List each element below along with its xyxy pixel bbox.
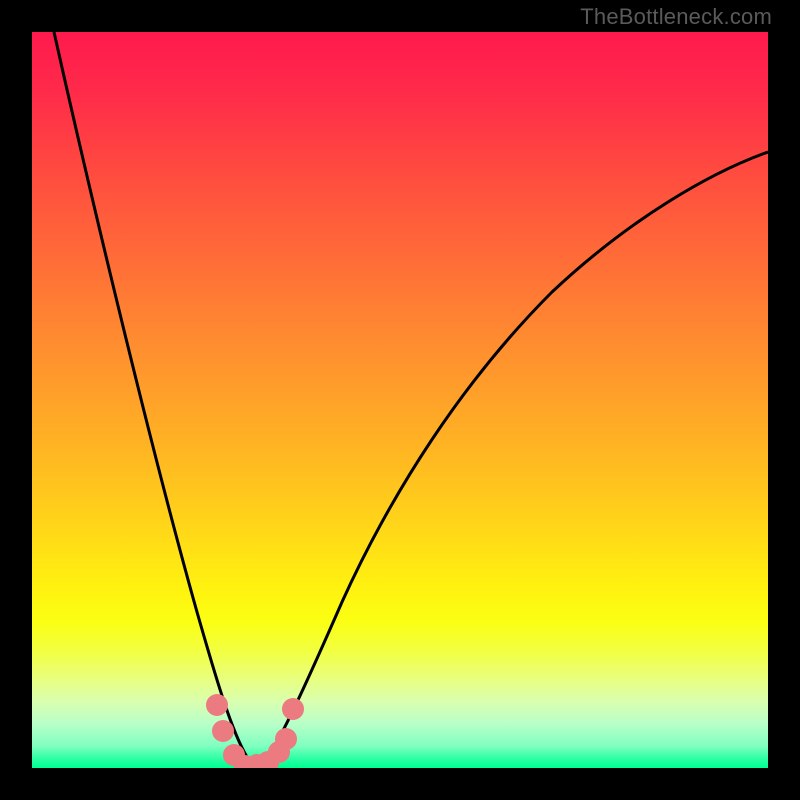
curve-layer [32,32,768,768]
watermark-text: TheBottleneck.com [580,4,772,30]
trough-markers [206,694,304,768]
chart-frame: TheBottleneck.com [0,0,800,800]
bottleneck-curve [54,32,768,764]
plot-area [32,32,768,768]
